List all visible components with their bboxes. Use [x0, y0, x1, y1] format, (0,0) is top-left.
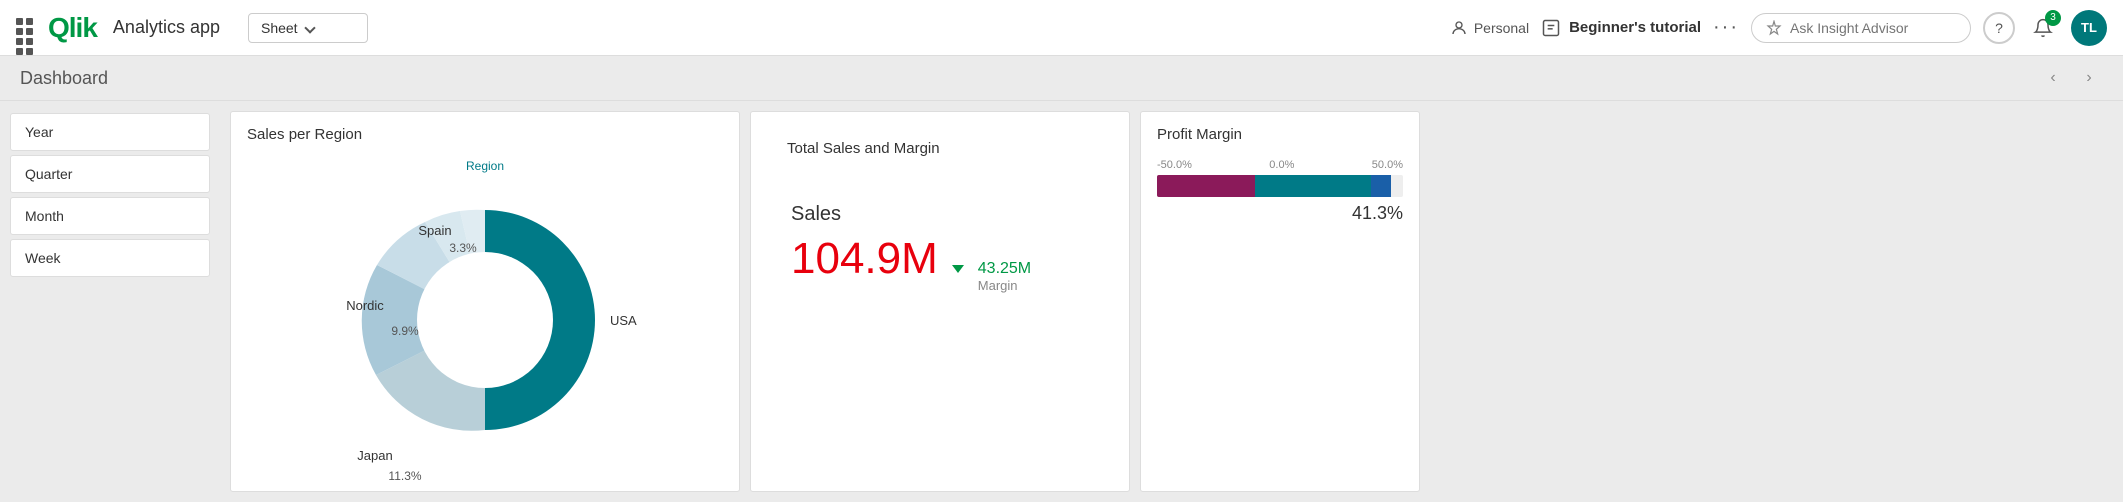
- margin-label: Margin: [978, 278, 1031, 293]
- app-title: Analytics app: [113, 17, 220, 38]
- margin-value: 43.25M: [978, 260, 1031, 278]
- donut-chart-area: Region: [231, 149, 739, 491]
- svg-text:11.3%: 11.3%: [388, 469, 421, 483]
- sales-label: Sales: [791, 203, 1089, 226]
- total-sales-title: Total Sales and Margin: [771, 126, 1109, 163]
- qlik-logo: Qlik: [48, 12, 97, 44]
- chevron-down-icon: [304, 22, 315, 33]
- sheet-dropdown[interactable]: Sheet: [248, 13, 368, 43]
- next-sheet-button[interactable]: ›: [2075, 64, 2103, 92]
- profit-percent-value: 41.3%: [1157, 203, 1403, 224]
- trend-arrow-icon: [952, 265, 964, 273]
- sheet-label: Sheet: [261, 20, 298, 36]
- dashboard-area: Dashboard ‹ › Year Quarter Month Week Sa…: [0, 56, 2123, 502]
- svg-text:9.9%: 9.9%: [391, 324, 419, 338]
- profit-bar-segment-teal: [1255, 175, 1371, 197]
- dashboard-title: Dashboard: [20, 68, 108, 89]
- axis-max: 50.0%: [1372, 159, 1403, 171]
- sheet-navigation: ‹ ›: [2039, 64, 2103, 92]
- dashboard-header: Dashboard ‹ ›: [0, 56, 2123, 101]
- profit-margin-panel: Profit Margin -50.0% 0.0% 50.0% 41.3%: [1140, 111, 1420, 492]
- svg-text:Japan: Japan: [357, 448, 392, 463]
- profit-bar-segment-purple: [1157, 175, 1255, 197]
- chart-legend-label: Region: [466, 159, 504, 173]
- profit-margin-title: Profit Margin: [1141, 112, 1419, 149]
- axis-min: -50.0%: [1157, 159, 1192, 171]
- prev-sheet-button[interactable]: ‹: [2039, 64, 2067, 92]
- total-sales-panel: Total Sales and Margin Sales 104.9M 43.2…: [750, 111, 1130, 492]
- profit-axis: -50.0% 0.0% 50.0%: [1157, 159, 1403, 171]
- svg-text:USA: USA: [610, 313, 637, 328]
- top-navigation: Qlik Analytics app Sheet Personal Beginn…: [0, 0, 2123, 56]
- user-avatar[interactable]: TL: [2071, 10, 2107, 46]
- filter-week[interactable]: Week: [10, 239, 210, 277]
- filter-year[interactable]: Year: [10, 113, 210, 151]
- sparkle-icon: [1766, 20, 1782, 36]
- main-panels: Sales per Region Region: [220, 101, 2123, 502]
- profit-bar-container: [1157, 175, 1403, 197]
- insight-advisor-search[interactable]: [1751, 13, 1971, 43]
- sales-region-title: Sales per Region: [231, 112, 739, 149]
- filter-month[interactable]: Month: [10, 197, 210, 235]
- svg-text:3.3%: 3.3%: [449, 241, 477, 255]
- sales-value: 104.9M: [791, 234, 938, 284]
- profit-bar-area: -50.0% 0.0% 50.0% 41.3%: [1141, 149, 1419, 234]
- dashboard-content: Year Quarter Month Week Sales per Region…: [0, 101, 2123, 502]
- personal-button[interactable]: Personal: [1450, 19, 1529, 37]
- svg-text:Nordic: Nordic: [346, 298, 384, 313]
- filter-sidebar: Year Quarter Month Week: [0, 101, 220, 502]
- person-icon: [1450, 19, 1468, 37]
- svg-text:Spain: Spain: [418, 223, 451, 238]
- tutorial-button[interactable]: Beginner's tutorial: [1541, 18, 1701, 38]
- tutorial-icon: [1541, 18, 1561, 38]
- notification-badge: 3: [2045, 10, 2061, 26]
- donut-chart-svg: USA 45.5% Japan 11.3% Nordic 9.9% Spain …: [315, 180, 655, 460]
- grid-menu-icon[interactable]: [16, 18, 36, 38]
- axis-mid: 0.0%: [1269, 159, 1294, 171]
- filter-quarter[interactable]: Quarter: [10, 155, 210, 193]
- help-button[interactable]: ?: [1983, 12, 2015, 44]
- sales-region-panel: Sales per Region Region: [230, 111, 740, 492]
- profit-bar-segment-blue: [1371, 175, 1391, 197]
- more-options-button[interactable]: ···: [1713, 16, 1739, 39]
- notifications-button[interactable]: 3: [2027, 12, 2059, 44]
- insight-input[interactable]: [1790, 20, 1950, 36]
